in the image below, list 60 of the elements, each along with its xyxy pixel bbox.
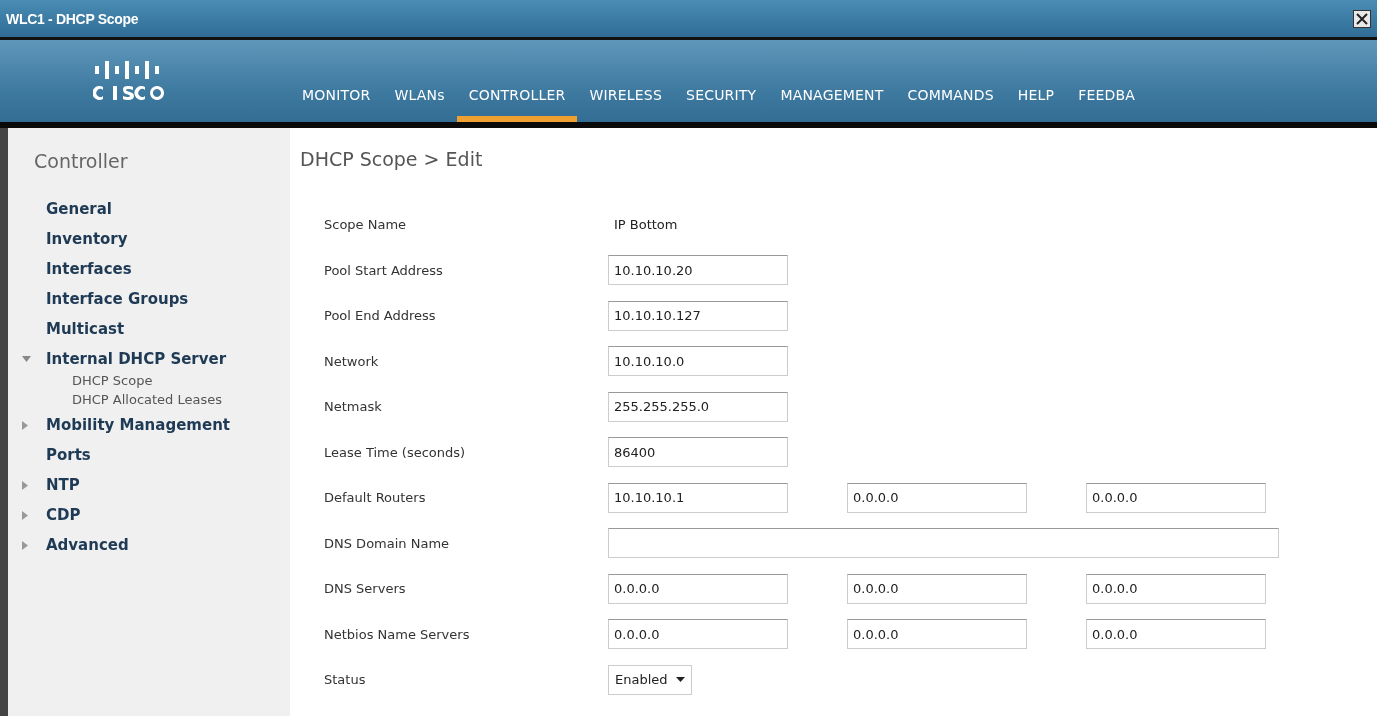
sidebar-item[interactable]: CDP	[46, 506, 81, 524]
field-label: DNS Domain Name	[324, 535, 450, 551]
sidebar-item[interactable]: NTP	[46, 476, 80, 494]
status-dropdown[interactable]: Enabled	[608, 664, 692, 695]
input-field[interactable]: 10.10.10.1	[608, 482, 788, 513]
collapsed-arrow-icon[interactable]	[22, 480, 28, 490]
input-field[interactable]: 86400	[608, 437, 788, 468]
field-label: Lease Time (seconds)	[324, 444, 466, 460]
sidebar-item[interactable]: Mobility Management	[46, 416, 230, 434]
collapsed-arrow-icon[interactable]	[22, 420, 28, 430]
nav-tab[interactable]: MANAGEMENT	[768, 87, 896, 122]
field-label: Netmask	[324, 399, 382, 415]
sidebar-item[interactable]: Internal DHCP Server	[46, 350, 227, 368]
input-field[interactable]	[608, 528, 1279, 559]
sidebar-subitem[interactable]: DHCP Allocated Leases	[72, 392, 223, 407]
input-field[interactable]: 0.0.0.0	[608, 619, 788, 650]
nav-tab[interactable]: MONITOR	[290, 87, 383, 122]
nav-tab[interactable]: WLANs	[382, 87, 457, 122]
field-label: Pool Start Address	[324, 262, 443, 278]
input-field[interactable]: 10.10.10.127	[608, 300, 788, 331]
field-label: Network	[324, 353, 379, 369]
nav-tab[interactable]: COMMANDS	[895, 87, 1006, 122]
sidebar-title: Controller	[34, 150, 128, 172]
sidebar-item[interactable]: Multicast	[46, 320, 125, 338]
input-field[interactable]: 10.10.10.20	[608, 255, 788, 286]
sidebar-item[interactable]: Interfaces	[46, 260, 132, 278]
field-label: Netbios Name Servers	[324, 626, 470, 642]
window-title: WLC1 - DHCP Scope	[6, 10, 139, 27]
collapsed-arrow-icon[interactable]	[22, 510, 28, 520]
input-field[interactable]: 0.0.0.0	[608, 573, 788, 604]
input-field[interactable]: 0.0.0.0	[1086, 482, 1266, 513]
sidebar-item[interactable]: Advanced	[46, 536, 129, 554]
sidebar-item[interactable]: Interface Groups	[46, 290, 189, 308]
input-field[interactable]: 0.0.0.0	[847, 482, 1027, 513]
close-icon[interactable]	[1353, 9, 1371, 28]
input-field[interactable]: 0.0.0.0	[1086, 619, 1266, 650]
field-label: DNS Servers	[324, 581, 406, 597]
input-field[interactable]: 10.10.10.0	[608, 346, 788, 377]
sidebar-item[interactable]: General	[46, 200, 112, 218]
nav-tab[interactable]: SECURITY	[674, 87, 769, 122]
sidebar-item[interactable]: Ports	[46, 446, 91, 464]
page-title: DHCP Scope > Edit	[300, 148, 483, 170]
expanded-arrow-icon[interactable]	[22, 356, 31, 362]
nav-tab[interactable]: HELP	[1005, 87, 1067, 122]
sidebar-item[interactable]: Inventory	[46, 230, 128, 248]
nav-tab[interactable]: WIRELESS	[577, 87, 675, 122]
field-label: Status	[324, 672, 366, 688]
collapsed-arrow-icon[interactable]	[22, 540, 28, 550]
input-field[interactable]: 0.0.0.0	[1086, 573, 1266, 604]
nav-tab[interactable]: FEEDBA	[1066, 87, 1148, 122]
field-label: Scope Name	[324, 217, 407, 233]
input-field[interactable]: 0.0.0.0	[847, 619, 1027, 650]
field-value: IP Bottom	[613, 217, 678, 233]
nav-tab[interactable]: CONTROLLER	[456, 87, 578, 122]
input-field[interactable]: 0.0.0.0	[847, 573, 1027, 604]
dropdown-arrow-icon	[675, 677, 685, 683]
sidebar-subitem[interactable]: DHCP Scope	[72, 373, 153, 388]
field-label: Pool End Address	[324, 308, 436, 324]
field-label: Default Routers	[324, 490, 426, 506]
input-field[interactable]: 255.255.255.0	[608, 391, 788, 422]
